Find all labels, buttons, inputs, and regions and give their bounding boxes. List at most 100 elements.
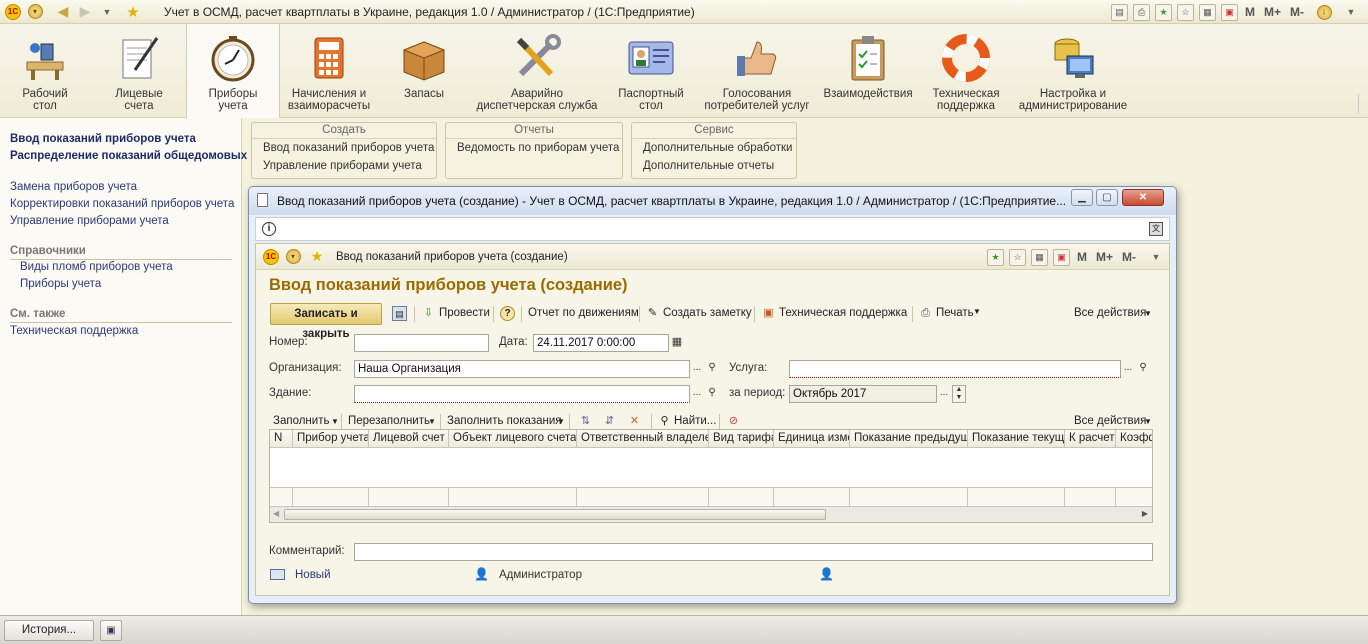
nav-link-enter-readings[interactable]: Ввод показаний приборов учета [10, 133, 196, 145]
section-voting[interactable]: Голосования потребителей услуг [700, 24, 814, 118]
calculator-icon[interactable]: ▦ [1030, 248, 1048, 266]
nav-link-tech-support[interactable]: Техническая поддержка [10, 325, 138, 337]
responsible-user-icon[interactable]: 👤 [819, 567, 834, 581]
nav-link-seal-types[interactable]: Виды пломб приборов учета [20, 261, 173, 273]
column-header[interactable]: Единица измерения [774, 430, 850, 447]
organization-field[interactable]: Наша Организация [354, 360, 690, 378]
readings-table[interactable]: N Прибор учета Лицевой счет Объект лицев… [269, 429, 1153, 523]
translate-icon[interactable]: 文 [1149, 222, 1163, 236]
section-meters[interactable]: Приборы учета [186, 24, 280, 118]
print-dropdown-icon[interactable]: ▼ [973, 307, 981, 316]
memory-mplus-button[interactable]: M+ [1262, 5, 1283, 19]
building-field[interactable] [354, 385, 690, 403]
form-menu-dropdown-icon[interactable]: ▼ [1147, 248, 1165, 266]
star-add-icon[interactable]: ★ [986, 248, 1004, 266]
table-all-actions-button[interactable]: Все действия [1074, 415, 1146, 427]
find-icon[interactable]: ⚲ [657, 414, 672, 429]
cancel-search-icon[interactable]: ⊘ [726, 414, 741, 429]
date-calendar-icon[interactable]: ▦ [670, 334, 684, 352]
sort-desc-icon[interactable]: ⇵ [602, 414, 617, 429]
building-search-icon[interactable]: ⚲ [705, 385, 719, 403]
calculator-icon[interactable]: ▦ [1198, 3, 1216, 21]
info-dropdown-icon[interactable]: ▼ [1342, 3, 1360, 21]
close-button[interactable]: ✕ [1122, 189, 1164, 206]
section-desk[interactable]: Рабочий стол [4, 24, 86, 118]
help-icon[interactable]: ? [500, 306, 515, 321]
save-and-close-button[interactable]: Записать и закрыть [270, 303, 382, 340]
minimize-button[interactable]: ▁ [1071, 189, 1093, 206]
refill-button[interactable]: Перезаполнить [348, 415, 430, 427]
fill-readings-dropdown-icon[interactable]: ▼ [557, 417, 565, 426]
info-icon[interactable]: i [262, 222, 276, 236]
fill-dropdown-icon[interactable]: ▼ [331, 417, 339, 426]
bookmark-icon[interactable]: ☆ [1176, 3, 1194, 21]
window-title-bar[interactable]: Ввод показаний приборов учета (создание)… [249, 187, 1176, 215]
service-field[interactable] [789, 360, 1121, 378]
sort-asc-icon[interactable]: ⇅ [578, 414, 593, 429]
comment-field[interactable] [354, 543, 1153, 561]
print-icon[interactable]: ⎙ [1132, 3, 1150, 21]
scroll-left-icon[interactable]: ◀ [273, 509, 279, 518]
post-icon[interactable]: ⇩ [421, 306, 436, 321]
table-all-actions-dropdown-icon[interactable]: ▼ [1144, 417, 1152, 426]
memory-m-button[interactable]: M [1243, 5, 1257, 19]
section-emergency[interactable]: Аварийно диспетчерская служба [474, 24, 600, 118]
calendar-icon[interactable]: ▣ [1052, 248, 1070, 266]
number-field[interactable] [354, 334, 489, 352]
cmd-extra-reports[interactable]: Дополнительные отчеты [643, 160, 774, 172]
save-icon[interactable]: ▤ [1110, 3, 1128, 21]
memory-mplus-button[interactable]: M+ [1094, 250, 1115, 264]
star-add-icon[interactable]: ★ [1154, 3, 1172, 21]
open-windows-icon[interactable]: ▣ [100, 620, 122, 641]
favorites-star-icon[interactable]: ★ [124, 3, 142, 21]
section-passport[interactable]: Паспортный стол [608, 24, 694, 118]
print-button[interactable]: Печать [936, 307, 974, 319]
service-select-button[interactable]: ... [1121, 360, 1135, 378]
cmd-meters-statement[interactable]: Ведомость по приборам учета [457, 142, 619, 154]
bookmark-icon[interactable]: ☆ [1008, 248, 1026, 266]
column-header[interactable]: Объект лицевого счета [449, 430, 577, 447]
period-field[interactable]: Октябрь 2017 [789, 385, 937, 403]
organization-search-icon[interactable]: ⚲ [705, 360, 719, 378]
fill-button[interactable]: Заполнить [273, 415, 329, 427]
section-interactions[interactable]: Взаимодействия [820, 24, 916, 118]
history-dropdown-icon[interactable]: ▼ [98, 3, 116, 21]
column-header[interactable]: Прибор учета [293, 430, 369, 447]
column-header[interactable]: Коэффициент [1116, 430, 1152, 447]
support-icon[interactable]: ▣ [761, 306, 776, 321]
memory-mminus-button[interactable]: M- [1288, 5, 1306, 19]
section-support[interactable]: Техническая поддержка [924, 24, 1008, 118]
create-note-button[interactable]: Создать заметку [663, 307, 752, 319]
period-spinner[interactable]: ▲ ▼ [952, 385, 966, 403]
column-header[interactable]: К расчету [1065, 430, 1116, 447]
memory-mminus-button[interactable]: M- [1120, 250, 1138, 264]
memory-m-button[interactable]: M [1075, 250, 1089, 264]
nav-link-replace-meters[interactable]: Замена приборов учета [10, 181, 137, 193]
fill-readings-button[interactable]: Заполнить показания [447, 415, 562, 427]
main-menu-icon[interactable]: ▾ [26, 3, 44, 21]
service-search-icon[interactable]: ⚲ [1136, 360, 1150, 378]
save-icon[interactable]: ▤ [392, 306, 407, 321]
all-actions-button[interactable]: Все действия [1074, 307, 1146, 319]
app-logo-icon[interactable]: 1C [4, 3, 22, 21]
print-icon[interactable]: ⎙ [918, 306, 933, 321]
section-accruals[interactable]: Начисления и взаиморасчеты [284, 24, 374, 118]
column-header[interactable]: Ответственный владелец [577, 430, 709, 447]
nav-link-distribute-readings[interactable]: Распределение показаний общедомовых ... [10, 150, 260, 162]
favorites-star-icon[interactable]: ★ [308, 248, 326, 266]
column-header[interactable]: Вид тарифа [709, 430, 774, 447]
forward-arrow-icon[interactable]: ▶ [76, 3, 94, 21]
tech-support-button[interactable]: Техническая поддержка [779, 307, 907, 319]
section-admin[interactable]: Настройка и администрирование [1016, 24, 1130, 118]
history-button[interactable]: История... [4, 620, 94, 641]
delete-icon[interactable]: ✕ [627, 414, 642, 429]
date-field[interactable]: 24.11.2017 0:00:00 [533, 334, 669, 352]
period-select-button[interactable]: ... [937, 385, 951, 403]
column-header[interactable]: Показание текущее [968, 430, 1065, 447]
nav-link-meters-catalog[interactable]: Приборы учета [20, 278, 101, 290]
refill-dropdown-icon[interactable]: ▼ [428, 417, 436, 426]
nav-link-reading-corrections[interactable]: Корректировки показаний приборов учета [10, 198, 234, 210]
find-button[interactable]: Найти... [674, 415, 716, 427]
note-icon[interactable]: ✎ [645, 306, 660, 321]
post-button[interactable]: Провести [439, 307, 490, 319]
